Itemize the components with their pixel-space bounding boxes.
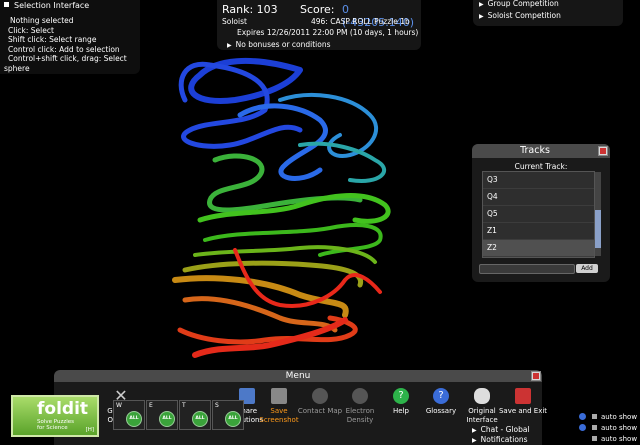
soloist-competition-toggle[interactable]: ▶ Soloist Competition	[479, 11, 561, 20]
contact-map-icon	[312, 388, 328, 404]
competition-panel: ▶ Group Competition ▶ Soloist Competition	[473, 0, 623, 26]
tracks-header[interactable]: Tracks	[472, 144, 610, 158]
tracks-panel: Tracks Current Track: Q3 Q4 Q5 Z1 Z2 Add	[472, 144, 610, 282]
help-line: Click: Select	[8, 25, 54, 35]
selection-panel: Selection Interface Nothing selected Cli…	[0, 0, 140, 74]
logo-hotkey: [H]	[85, 427, 94, 433]
group-competition-toggle[interactable]: ▶ Group Competition	[479, 0, 559, 8]
score-panel: Rank: 103 Score: 0 (-43205.140) Soloist …	[217, 0, 421, 50]
add-track-button[interactable]: Add	[576, 264, 598, 273]
close-icon[interactable]	[531, 371, 541, 381]
save-and-exit-button[interactable]: Save and Exit	[498, 388, 548, 416]
auto-show-option[interactable]: auto show	[579, 424, 637, 432]
camera-icon	[271, 388, 287, 404]
all-badge: ALL	[159, 411, 175, 427]
puzzle-name: 496: CASP ROLL Puzzle 1b	[311, 17, 410, 26]
info-icon	[579, 424, 586, 431]
checkbox[interactable]	[592, 436, 597, 441]
wiggle-tool[interactable]: W ALL	[113, 400, 145, 430]
triangle-right-icon: ▶	[472, 437, 477, 444]
selection-title: Selection Interface	[4, 1, 89, 10]
notifications-toggle[interactable]: ▶ Notifications	[472, 435, 528, 444]
help-line: sphere	[4, 63, 30, 73]
player-mode: Soloist	[222, 17, 247, 26]
checkbox[interactable]	[592, 414, 597, 419]
rank-label: Rank: 103	[222, 3, 278, 16]
bonus-toggle[interactable]: ▶ No bonuses or conditions	[227, 40, 331, 49]
shake-tool[interactable]: S ALL	[212, 400, 244, 430]
info-icon	[579, 413, 586, 420]
logo-title: foldit	[37, 399, 89, 419]
triangle-right-icon: ▶	[227, 42, 232, 49]
glossary-icon: ?	[433, 388, 449, 404]
all-badge: ALL	[126, 411, 142, 427]
info-icon	[579, 435, 586, 442]
help-line: Shift click: Select range	[8, 35, 97, 45]
checkbox[interactable]	[592, 425, 597, 430]
mouse-icon	[474, 388, 490, 404]
all-badge: ALL	[192, 411, 208, 427]
track-item-selected[interactable]: Z2	[483, 240, 594, 257]
track-item[interactable]: Q3	[483, 172, 594, 189]
help-line: Control+shift click, drag: Select	[8, 54, 127, 64]
auto-show-option[interactable]: auto show	[579, 413, 637, 421]
track-list[interactable]: Q3 Q4 Q5 Z1 Z2	[482, 171, 595, 258]
help-icon: ?	[393, 388, 409, 404]
scrollbar-thumb[interactable]	[595, 210, 601, 248]
selection-status: Nothing selected	[10, 16, 74, 25]
auto-show-option[interactable]: auto show	[579, 435, 637, 443]
help-line: Control click: Add to selection	[8, 44, 120, 54]
puzzle-expiry: Expires 12/26/2011 22:00 PM (10 days, 1 …	[237, 28, 419, 37]
electron-density-icon	[352, 388, 368, 404]
exit-icon	[515, 388, 531, 404]
track-name-input[interactable]	[479, 264, 575, 274]
track-list-scrollbar[interactable]	[595, 172, 601, 256]
foldit-logo[interactable]: foldit Solve Puzzles for Science [H]	[11, 395, 99, 437]
square-icon	[4, 2, 9, 7]
all-badge: ALL	[225, 411, 241, 427]
chat-toggle[interactable]: ▶ Chat - Global	[472, 425, 530, 434]
close-icon[interactable]	[598, 146, 608, 156]
track-item[interactable]: Q4	[483, 189, 594, 206]
triangle-right-icon: ▶	[479, 1, 484, 8]
track-item[interactable]: Z1	[483, 223, 594, 240]
track-item[interactable]: Q5	[483, 206, 594, 223]
explore-tool[interactable]: E ALL	[146, 400, 178, 430]
triangle-right-icon: ▶	[472, 427, 477, 434]
menu-header[interactable]: Menu	[54, 370, 542, 382]
tweak-tool[interactable]: T ALL	[179, 400, 211, 430]
score-label: Score:	[300, 3, 335, 16]
triangle-right-icon: ▶	[479, 13, 484, 20]
logo-tagline: Solve Puzzles for Science	[37, 419, 75, 431]
current-track-label: Current Track:	[514, 162, 568, 171]
